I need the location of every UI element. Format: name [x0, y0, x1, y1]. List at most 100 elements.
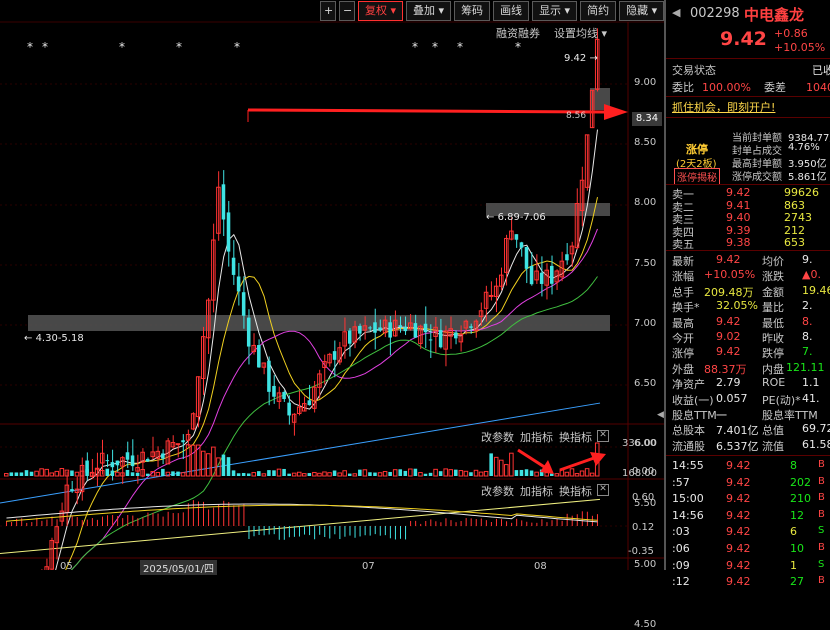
stock-name[interactable]: 中电鑫龙	[744, 4, 804, 25]
stat-value: ▲0.	[802, 268, 821, 282]
candle-body	[529, 265, 534, 285]
x-label-08: 08	[534, 561, 547, 572]
stat-label: 流值	[762, 439, 784, 453]
stat-label: 涨幅	[672, 270, 694, 284]
candle-body	[524, 246, 529, 269]
volume-bar	[261, 473, 267, 477]
event-star-marker: *	[515, 40, 521, 54]
tick-volume: 210	[790, 492, 811, 506]
stat-value: 209.48万	[704, 285, 754, 299]
volume-bar	[509, 452, 514, 477]
tick-direction: S	[818, 525, 825, 537]
tick-volume: 8	[790, 459, 797, 472]
volume-bar	[200, 450, 206, 477]
vol-huanzhibiao-button[interactable]: 换指标	[559, 429, 592, 445]
limit-up-reveal-button[interactable]: 涨停揭秘	[674, 168, 720, 185]
x-label-05: 05	[60, 561, 73, 572]
volume-bar	[342, 470, 347, 477]
candle-body	[565, 254, 569, 261]
stat-value: 9.42	[716, 253, 741, 266]
event-star-marker: *	[176, 40, 182, 54]
limit-stat-label: 涨停成交额	[732, 172, 782, 183]
event-star-marker: *	[457, 40, 463, 54]
macd-gaicanshu-button[interactable]: 改参数	[481, 483, 514, 499]
stat-value: 6.537亿	[716, 439, 759, 453]
volume-bar	[589, 472, 595, 477]
volume-bar	[514, 470, 519, 476]
volume-bar	[584, 468, 590, 477]
tick-time: 15:00	[672, 492, 704, 506]
stat-value: 一	[716, 409, 727, 422]
volume-bar	[463, 470, 469, 477]
volume-bar	[287, 473, 291, 476]
price-axis-tick: 7.50	[634, 257, 657, 269]
vol-axis-zero: 0.00	[632, 466, 655, 477]
book-level-volume: 2743	[784, 211, 812, 225]
tick-volume: 202	[790, 475, 811, 489]
stat-value: 7.	[802, 345, 813, 359]
book-level-price: 9.39	[726, 223, 751, 237]
annotation-arrow-line	[517, 448, 547, 470]
stat-label: 总手	[672, 285, 694, 299]
volume-bar	[241, 472, 246, 476]
stat-value: 7.401亿	[716, 424, 759, 438]
volume-bar	[574, 473, 580, 477]
volume-bar	[332, 470, 337, 476]
price-axis-tick: 9.00	[634, 77, 657, 88]
vol-gaicanshu-button[interactable]: 改参数	[481, 429, 514, 445]
candle-body	[539, 272, 544, 284]
event-star-marker: *	[234, 40, 240, 54]
candle-body	[272, 385, 276, 397]
candle-body	[358, 325, 362, 334]
candle-body	[231, 257, 236, 275]
tick-direction: B	[818, 575, 825, 587]
candle-body	[368, 327, 372, 329]
macd-close-icon[interactable]: ✕	[597, 484, 609, 496]
volume-bar	[418, 472, 423, 477]
vol-jiazhibiao-button[interactable]: 加指标	[520, 429, 553, 445]
volume-bar	[504, 464, 509, 477]
stat-label: 最新	[672, 255, 694, 268]
stat-value: 2.	[802, 299, 813, 313]
rongzi-rongquan-link[interactable]: 融资融券	[496, 25, 540, 41]
stat-value: 2.79	[716, 376, 741, 390]
candle-body	[257, 345, 261, 368]
stat-value: 9.02	[716, 330, 741, 343]
volume-bar	[554, 473, 560, 477]
volume-bar	[473, 469, 479, 477]
volume-bar	[362, 469, 368, 477]
prev-stock-icon[interactable]: ◀	[672, 6, 680, 19]
volume-bar	[307, 473, 312, 476]
stat-value: 41.	[802, 391, 820, 405]
stat-value: 69.72	[802, 422, 830, 436]
volume-bar	[398, 469, 403, 476]
volume-bar	[276, 468, 282, 477]
volume-bar	[110, 470, 115, 476]
tick-direction: B	[818, 459, 825, 470]
vol-close-icon[interactable]: ✕	[597, 430, 609, 442]
volume-bar	[438, 471, 443, 476]
tick-time: :06	[672, 542, 690, 555]
macd-dif-line	[6, 503, 598, 523]
volume-bar	[544, 472, 549, 477]
tick-volume: 27	[790, 575, 804, 589]
macd-huanzhibiao-button[interactable]: 换指标	[559, 483, 592, 499]
volume-bar	[489, 453, 493, 476]
event-star-marker: *	[42, 40, 48, 54]
tick-price: 9.42	[726, 475, 751, 489]
volume-bar	[14, 472, 19, 476]
book-level-volume: 653	[784, 236, 805, 250]
macd-jiazhibiao-button[interactable]: 加指标	[520, 483, 553, 499]
candle-body	[378, 327, 382, 331]
shezhi-junxian-dropdown[interactable]: 设置均线 ▾	[554, 25, 607, 41]
volume-bar	[448, 469, 454, 477]
collapse-panel-icon[interactable]: ◀	[657, 410, 664, 420]
candle-body	[454, 332, 458, 339]
macd-axis-mid: 0.12	[632, 522, 655, 533]
volume-bar	[388, 471, 392, 476]
stock-change: +0.86	[774, 27, 808, 40]
tick-direction: B	[818, 475, 825, 487]
support-band	[28, 315, 610, 331]
open-account-banner[interactable]: 抓住机会，即刻开户!	[672, 99, 775, 115]
volume-bar	[296, 471, 302, 477]
